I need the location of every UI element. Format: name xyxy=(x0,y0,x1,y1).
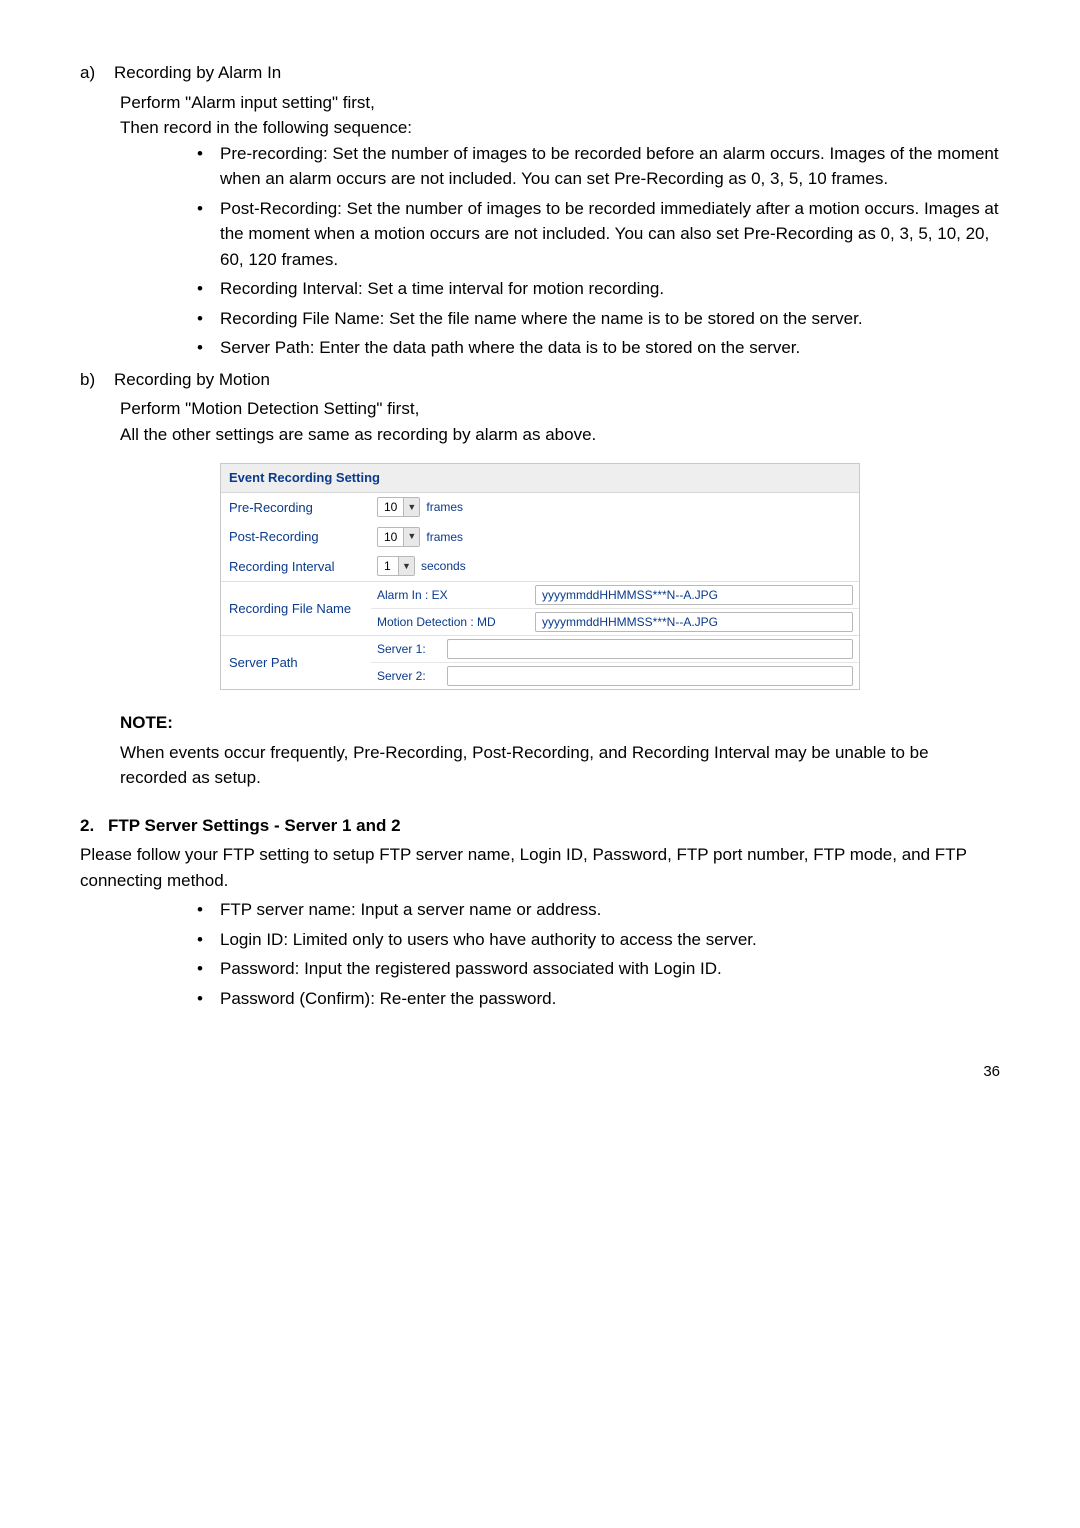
title-a: Recording by Alarm In xyxy=(114,60,1000,86)
bullet-item: • FTP server name: Input a server name o… xyxy=(180,897,1000,923)
post-recording-label: Post-Recording xyxy=(221,522,371,552)
note-body: When events occur frequently, Pre-Record… xyxy=(80,740,1000,791)
bullet-dot: • xyxy=(180,986,220,1012)
alarm-in-label: Alarm In : EX xyxy=(377,586,529,604)
title-b: Recording by Motion xyxy=(114,367,1000,393)
bullet-text: FTP server name: Input a server name or … xyxy=(220,897,1000,923)
bullet-text: Post-Recording: Set the number of images… xyxy=(220,196,1000,273)
bullet-item: • Password: Input the registered passwor… xyxy=(180,956,1000,982)
bullet-item: • Post-Recording: Set the number of imag… xyxy=(180,196,1000,273)
chevron-down-icon[interactable]: ▼ xyxy=(403,528,419,546)
recording-file-name-label: Recording File Name xyxy=(221,582,371,635)
server2-label: Server 2: xyxy=(377,667,441,685)
motion-detection-label: Motion Detection : MD xyxy=(377,613,529,631)
server1-path-input[interactable] xyxy=(447,639,853,659)
bullet-item: • Server Path: Enter the data path where… xyxy=(180,335,1000,361)
bullet-dot: • xyxy=(180,306,220,332)
server2-path-input[interactable] xyxy=(447,666,853,686)
bullet-text: Recording Interval: Set a time interval … xyxy=(220,276,1000,302)
ftp-intro: Please follow your FTP setting to setup … xyxy=(80,842,1000,893)
note-heading: NOTE: xyxy=(80,710,1000,736)
seconds-unit: seconds xyxy=(421,557,466,575)
ftp-number: 2. xyxy=(80,813,108,839)
bullet-item: • Password (Confirm): Re-enter the passw… xyxy=(180,986,1000,1012)
bullet-dot: • xyxy=(180,276,220,302)
bullet-text: Server Path: Enter the data path where t… xyxy=(220,335,1000,361)
bullet-text: Pre-recording: Set the number of images … xyxy=(220,141,1000,192)
recording-interval-value: 1 xyxy=(378,557,398,575)
recording-interval-select[interactable]: 1 ▼ xyxy=(377,556,415,576)
bullet-text: Password: Input the registered password … xyxy=(220,956,1000,982)
server1-label: Server 1: xyxy=(377,640,441,658)
bullet-item: • Login ID: Limited only to users who ha… xyxy=(180,927,1000,953)
pre-recording-value: 10 xyxy=(378,498,403,516)
bullet-item: • Recording File Name: Set the file name… xyxy=(180,306,1000,332)
section-a-header: a) Recording by Alarm In xyxy=(80,60,1000,86)
bullet-dot: • xyxy=(180,956,220,982)
bullet-item: • Pre-recording: Set the number of image… xyxy=(180,141,1000,192)
chevron-down-icon[interactable]: ▼ xyxy=(403,498,419,516)
frames-unit: frames xyxy=(426,528,463,546)
bullet-dot: • xyxy=(180,141,220,192)
page-number: 36 xyxy=(80,1061,1000,1084)
server-path-label: Server Path xyxy=(221,636,371,689)
section-b-header: b) Recording by Motion xyxy=(80,367,1000,393)
a-line2: Then record in the following sequence: xyxy=(80,115,1000,141)
bullet-text: Login ID: Limited only to users who have… xyxy=(220,927,1000,953)
chevron-down-icon[interactable]: ▼ xyxy=(398,557,414,575)
bullet-text: Password (Confirm): Re-enter the passwor… xyxy=(220,986,1000,1012)
marker-b: b) xyxy=(80,367,114,393)
ftp-heading: 2. FTP Server Settings - Server 1 and 2 xyxy=(80,813,1000,839)
alarm-in-filename-input[interactable] xyxy=(535,585,853,605)
recording-interval-label: Recording Interval xyxy=(221,552,371,582)
panel-header: Event Recording Setting xyxy=(221,464,859,493)
post-recording-select[interactable]: 10 ▼ xyxy=(377,527,420,547)
pre-recording-select[interactable]: 10 ▼ xyxy=(377,497,420,517)
post-recording-value: 10 xyxy=(378,528,403,546)
b-line1: Perform "Motion Detection Setting" first… xyxy=(80,396,1000,422)
marker-a: a) xyxy=(80,60,114,86)
bullet-dot: • xyxy=(180,196,220,273)
pre-recording-label: Pre-Recording xyxy=(221,493,371,523)
a-line1: Perform "Alarm input setting" first, xyxy=(80,90,1000,116)
bullet-dot: • xyxy=(180,927,220,953)
bullet-item: • Recording Interval: Set a time interva… xyxy=(180,276,1000,302)
bullet-dot: • xyxy=(180,335,220,361)
frames-unit: frames xyxy=(426,498,463,516)
event-recording-setting-panel: Event Recording Setting Pre-Recording 10… xyxy=(220,463,860,690)
motion-detection-filename-input[interactable] xyxy=(535,612,853,632)
b-line2: All the other settings are same as recor… xyxy=(80,422,1000,448)
ftp-title: FTP Server Settings - Server 1 and 2 xyxy=(108,813,401,839)
bullet-dot: • xyxy=(180,897,220,923)
bullet-text: Recording File Name: Set the file name w… xyxy=(220,306,1000,332)
